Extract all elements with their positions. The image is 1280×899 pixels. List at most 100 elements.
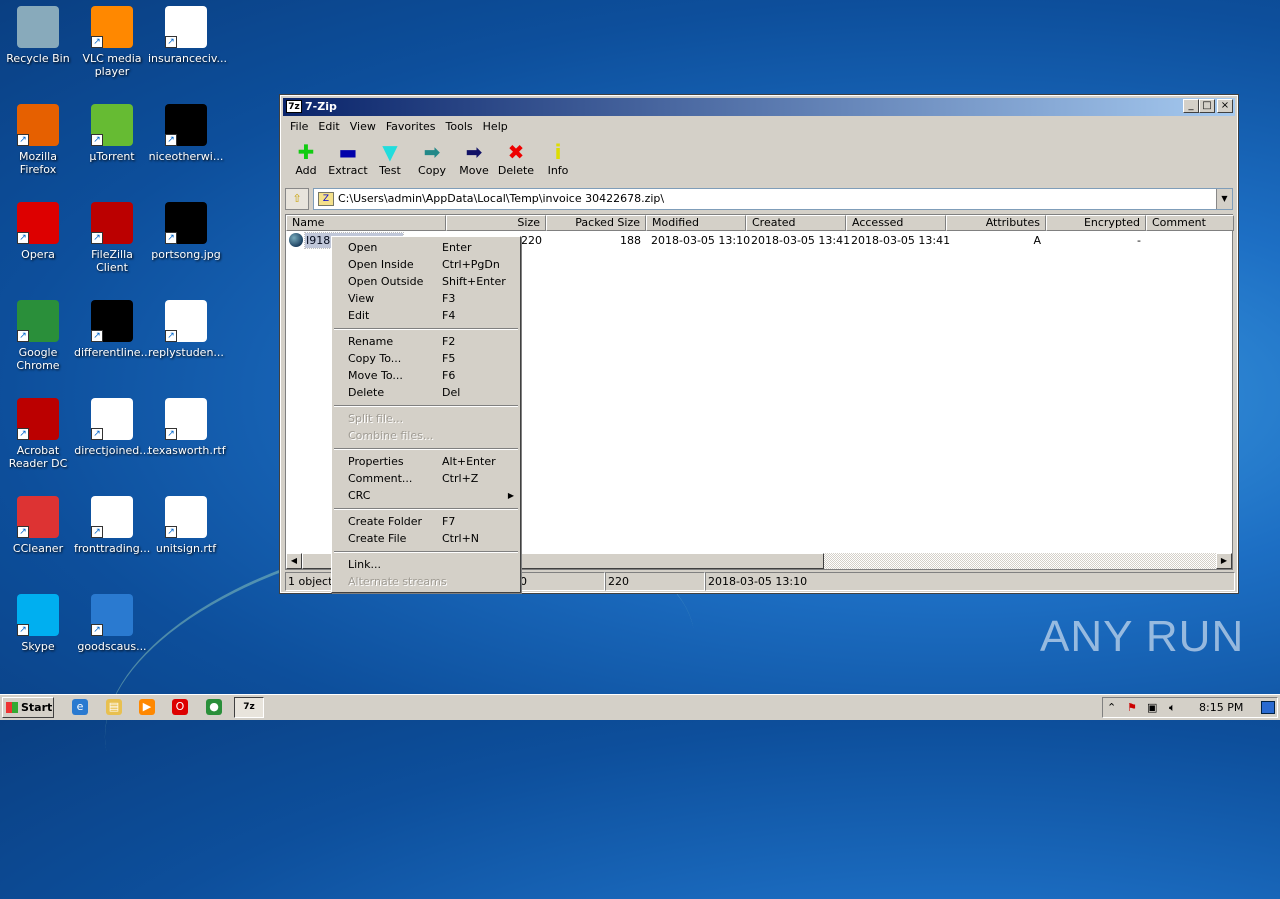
desktop-icon-label: fronttrading...: [74, 542, 151, 555]
desktop-icon[interactable]: ↗ µTorrent: [74, 104, 150, 163]
desktop-icon[interactable]: Recycle Bin: [0, 6, 76, 65]
move-button[interactable]: ➡ Move: [453, 140, 495, 182]
desktop-icon[interactable]: ↗ Skype: [0, 594, 76, 653]
context-item-shortcut: F3: [442, 292, 456, 305]
title-bar[interactable]: 7z 7-Zip: [283, 98, 1235, 116]
show-desktop-button[interactable]: [1261, 701, 1275, 714]
up-folder-button[interactable]: ⇧: [285, 188, 309, 210]
info-icon: i: [554, 140, 562, 164]
column-header-packed-size[interactable]: Packed Size: [546, 215, 646, 231]
column-header-encrypted[interactable]: Encrypted: [1046, 215, 1146, 231]
context-item-open-outside[interactable]: Open Outside Shift+Enter: [332, 273, 520, 290]
delete-button[interactable]: ✖ Delete: [495, 140, 537, 182]
context-item-properties[interactable]: Properties Alt+Enter: [332, 453, 520, 470]
desktop-icon-label: VLC media player: [82, 52, 142, 78]
close-button[interactable]: ×: [1217, 99, 1233, 113]
desktop-icon[interactable]: ↗ texasworth.rtf: [148, 398, 226, 457]
menu-tools[interactable]: Tools: [441, 118, 478, 136]
cell-comment: [1146, 233, 1234, 248]
extract-button[interactable]: ▬ Extract: [327, 140, 369, 182]
column-header-size[interactable]: Size: [446, 215, 546, 231]
context-item-link[interactable]: Link...: [332, 556, 520, 573]
desktop-icon[interactable]: ↗ fronttrading...: [74, 496, 150, 555]
7zip-app-icon: 7z: [286, 100, 302, 113]
desktop-icon[interactable]: ↗ Google Chrome: [0, 300, 76, 372]
desktop-icon[interactable]: ↗ VLC media player: [74, 6, 150, 78]
zip-archive-icon: Z: [318, 192, 334, 206]
maximize-button[interactable]: □: [1199, 99, 1215, 113]
desktop-icon[interactable]: ↗ Mozilla Firefox: [0, 104, 76, 176]
toolbar: ✚ Add ▬ Extract ▼ Test ➡ Copy ➡ Move ✖ Delete i Info: [285, 140, 579, 182]
context-item-edit[interactable]: Edit F4: [332, 307, 520, 324]
desktop-icon[interactable]: ↗ replystuden...: [148, 300, 224, 359]
menu-help[interactable]: Help: [478, 118, 513, 136]
address-input[interactable]: Z C:\Users\admin\AppData\Local\Temp\invo…: [313, 188, 1233, 210]
add-button[interactable]: ✚ Add: [285, 140, 327, 182]
menu-bar: File Edit View Favorites Tools Help: [285, 118, 513, 136]
desktop-icon[interactable]: ↗ niceotherwi...: [148, 104, 224, 163]
menu-file[interactable]: File: [285, 118, 313, 136]
column-header-created[interactable]: Created: [746, 215, 846, 231]
column-header-modified[interactable]: Modified: [646, 215, 746, 231]
desktop-icon[interactable]: ↗ insuranceciv...: [148, 6, 227, 65]
minimize-button[interactable]: _: [1183, 99, 1199, 113]
context-item-alternate-streams[interactable]: Alternate streams: [332, 573, 520, 590]
copy-button[interactable]: ➡ Copy: [411, 140, 453, 182]
desktop-icon[interactable]: ↗ CCleaner: [0, 496, 76, 555]
desktop-icon[interactable]: ↗ portsong.jpg: [148, 202, 224, 261]
column-header-name[interactable]: Name: [286, 215, 446, 231]
menu-separator: [334, 328, 518, 330]
context-item-move-to[interactable]: Move To... F6: [332, 367, 520, 384]
context-item-split-file[interactable]: Split file...: [332, 410, 520, 427]
chrome-icon[interactable]: ●: [206, 699, 222, 715]
desktop-icon-label: Opera: [21, 248, 55, 261]
desktop-icon[interactable]: ↗ goodscaus...: [74, 594, 150, 653]
ie-icon[interactable]: e: [72, 699, 88, 715]
desktop-icon-image: ↗: [91, 594, 133, 636]
context-item-copy-to[interactable]: Copy To... F5: [332, 350, 520, 367]
scroll-right-button[interactable]: ▶: [1216, 553, 1232, 569]
context-item-open[interactable]: Open Enter: [332, 239, 520, 256]
context-item-create-file[interactable]: Create File Ctrl+N: [332, 530, 520, 547]
context-item-delete[interactable]: Delete Del: [332, 384, 520, 401]
network-icon[interactable]: ▣: [1147, 701, 1157, 714]
desktop-icon[interactable]: ↗ FileZilla Client: [74, 202, 150, 274]
column-header-accessed[interactable]: Accessed: [846, 215, 946, 231]
desktop-icon[interactable]: ↗ directjoined...: [74, 398, 150, 457]
desktop-icon[interactable]: ↗ Opera: [0, 202, 76, 261]
menu-edit[interactable]: Edit: [313, 118, 344, 136]
info-button[interactable]: i Info: [537, 140, 579, 182]
desktop-icon-image: ↗: [165, 398, 207, 440]
column-header-attributes[interactable]: Attributes: [946, 215, 1046, 231]
context-item-rename[interactable]: Rename F2: [332, 333, 520, 350]
menu-view[interactable]: View: [345, 118, 381, 136]
chevron-down-icon[interactable]: ▼: [1216, 189, 1232, 209]
action-center-icon[interactable]: ⚑: [1127, 701, 1137, 714]
context-item-crc[interactable]: CRC ▶: [332, 487, 520, 504]
context-item-label: Open Inside: [348, 258, 414, 271]
start-button[interactable]: Start: [2, 697, 54, 718]
clock[interactable]: 8:15 PM: [1199, 701, 1243, 714]
explorer-icon[interactable]: ▤: [106, 699, 122, 715]
taskbar-7zip-button[interactable]: 7z: [234, 697, 264, 718]
opera-icon[interactable]: O: [172, 699, 188, 715]
menu-favorites[interactable]: Favorites: [381, 118, 441, 136]
context-item-create-folder[interactable]: Create Folder F7: [332, 513, 520, 530]
scroll-left-button[interactable]: ◀: [286, 553, 302, 569]
show-hidden-icons-icon[interactable]: ⌃: [1107, 701, 1116, 714]
desktop-icon[interactable]: ↗ differentline...: [74, 300, 151, 359]
context-item-open-inside[interactable]: Open Inside Ctrl+PgDn: [332, 256, 520, 273]
context-item-combine-files[interactable]: Combine files...: [332, 427, 520, 444]
volume-icon[interactable]: 🔈︎: [1169, 701, 1176, 715]
column-header-comment[interactable]: Comment: [1146, 215, 1234, 231]
desktop-icon[interactable]: ↗ Acrobat Reader DC: [0, 398, 76, 470]
media-player-icon[interactable]: ▶: [139, 699, 155, 715]
context-item-shortcut: Del: [442, 386, 461, 399]
system-tray: ⌃ ⚑ ▣ 🔈︎ 8:15 PM: [1102, 697, 1278, 718]
desktop-icon[interactable]: ↗ unitsign.rtf: [148, 496, 224, 555]
test-button[interactable]: ▼ Test: [369, 140, 411, 182]
shortcut-arrow-icon: ↗: [17, 330, 29, 342]
desktop-icon-image: ↗: [165, 6, 207, 48]
context-item-comment[interactable]: Comment... Ctrl+Z: [332, 470, 520, 487]
context-item-view[interactable]: View F3: [332, 290, 520, 307]
